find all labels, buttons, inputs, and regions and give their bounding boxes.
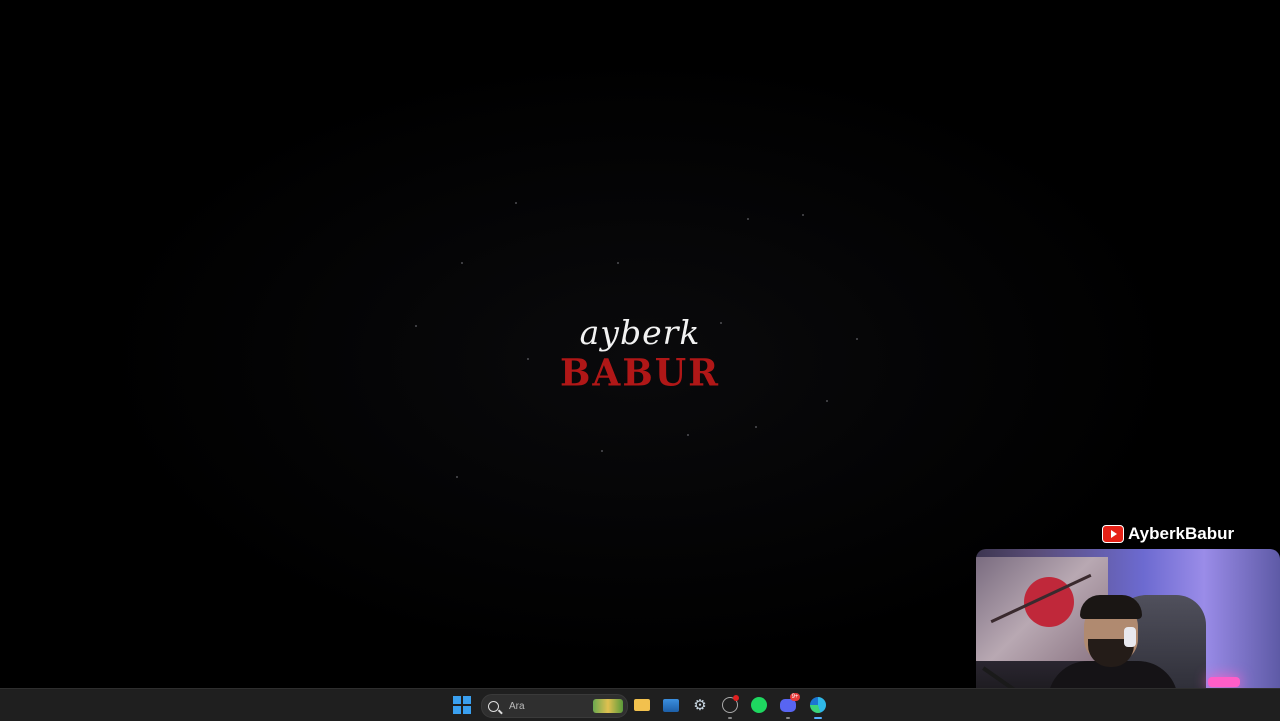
steam-icon[interactable]: ⚙ (690, 695, 710, 715)
pink-light (1208, 677, 1240, 687)
star (601, 450, 603, 452)
search-icon (488, 700, 499, 712)
star (720, 322, 722, 324)
star (802, 214, 804, 216)
star (747, 218, 749, 220)
taskbar: Ara ⚙ 9+ (0, 688, 1280, 721)
search-placeholder: Ara (509, 700, 525, 712)
search-highlight-icon (593, 699, 623, 713)
person-hair (1080, 595, 1142, 619)
photos-icon[interactable] (661, 695, 681, 715)
notification-dot (733, 695, 739, 701)
star (856, 338, 858, 340)
star (755, 426, 757, 428)
logo-first-name: ayberk (579, 313, 701, 352)
discord-icon[interactable]: 9+ (778, 693, 800, 719)
taskbar-search[interactable]: Ara (481, 694, 628, 718)
running-indicator (786, 717, 790, 719)
headset (1124, 627, 1136, 647)
clock-icon[interactable] (720, 695, 740, 719)
discord-badge: 9+ (790, 693, 800, 701)
folder-icon[interactable] (632, 695, 652, 715)
logo-last-name: BABUR (560, 350, 721, 396)
star (415, 325, 417, 327)
star (826, 400, 828, 402)
star (515, 202, 517, 204)
channel-name: AyberkBabur (1128, 524, 1235, 543)
star (527, 358, 529, 360)
star (687, 434, 689, 436)
star (617, 262, 619, 264)
windows-start-icon[interactable] (453, 696, 471, 714)
active-indicator (814, 717, 822, 719)
channel-watermark: AyberkBabur (1102, 522, 1234, 546)
wallpaper-logo: ayberk BABUR (560, 313, 721, 396)
running-indicator (728, 717, 732, 719)
edge-icon[interactable] (808, 695, 828, 719)
star (461, 262, 463, 264)
star (456, 476, 458, 478)
spotify-icon[interactable] (749, 695, 769, 715)
youtube-icon (1102, 525, 1124, 543)
